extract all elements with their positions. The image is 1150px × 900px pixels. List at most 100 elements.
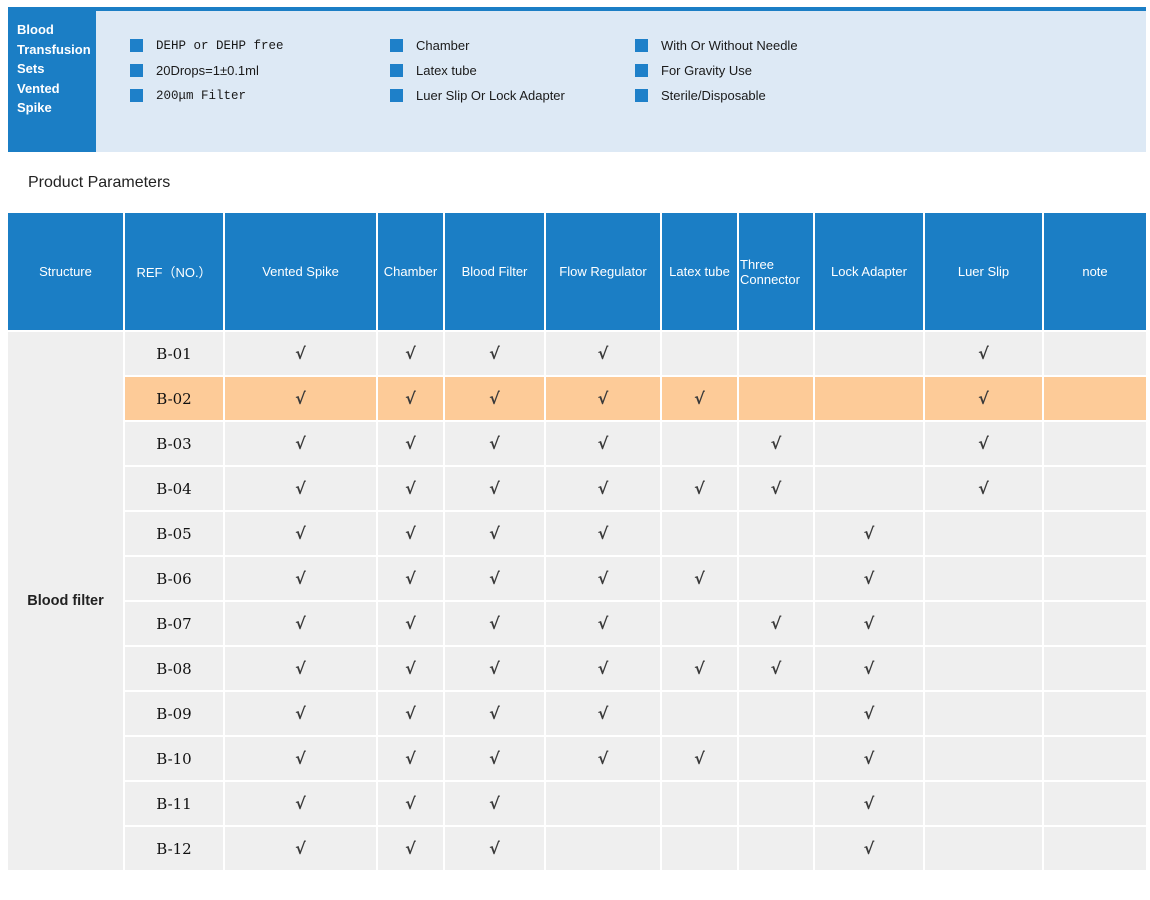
check-cell[interactable]: √	[662, 557, 737, 600]
ref-cell[interactable]: B-03	[125, 422, 223, 465]
empty-cell[interactable]	[546, 782, 660, 825]
ref-cell[interactable]: B-02	[125, 377, 223, 420]
check-cell[interactable]: √	[225, 467, 376, 510]
check-cell[interactable]: √	[925, 467, 1042, 510]
check-cell[interactable]: √	[546, 377, 660, 420]
ref-cell[interactable]: B-09	[125, 692, 223, 735]
empty-cell[interactable]	[739, 737, 813, 780]
check-cell[interactable]: √	[445, 332, 544, 375]
check-cell[interactable]: √	[445, 512, 544, 555]
empty-cell[interactable]	[662, 602, 737, 645]
empty-cell[interactable]	[739, 332, 813, 375]
empty-cell[interactable]	[925, 827, 1042, 870]
check-cell[interactable]: √	[445, 602, 544, 645]
check-cell[interactable]: √	[546, 647, 660, 690]
check-cell[interactable]: √	[739, 467, 813, 510]
empty-cell[interactable]	[815, 422, 923, 465]
check-cell[interactable]: √	[815, 692, 923, 735]
empty-cell[interactable]	[815, 332, 923, 375]
empty-cell[interactable]	[662, 827, 737, 870]
check-cell[interactable]: √	[546, 737, 660, 780]
check-cell[interactable]: √	[445, 377, 544, 420]
empty-cell[interactable]	[1044, 467, 1146, 510]
empty-cell[interactable]	[739, 692, 813, 735]
check-cell[interactable]: √	[445, 422, 544, 465]
empty-cell[interactable]	[815, 377, 923, 420]
check-cell[interactable]: √	[546, 692, 660, 735]
empty-cell[interactable]	[662, 512, 737, 555]
check-cell[interactable]: √	[225, 647, 376, 690]
check-cell[interactable]: √	[815, 512, 923, 555]
empty-cell[interactable]	[1044, 737, 1146, 780]
check-cell[interactable]: √	[815, 602, 923, 645]
check-cell[interactable]: √	[225, 692, 376, 735]
check-cell[interactable]: √	[815, 557, 923, 600]
check-cell[interactable]: √	[445, 467, 544, 510]
check-cell[interactable]: √	[546, 602, 660, 645]
check-cell[interactable]: √	[378, 692, 443, 735]
ref-cell[interactable]: B-07	[125, 602, 223, 645]
check-cell[interactable]: √	[378, 332, 443, 375]
check-cell[interactable]: √	[662, 737, 737, 780]
ref-cell[interactable]: B-04	[125, 467, 223, 510]
check-cell[interactable]: √	[925, 377, 1042, 420]
check-cell[interactable]: √	[445, 557, 544, 600]
check-cell[interactable]: √	[378, 467, 443, 510]
check-cell[interactable]: √	[815, 782, 923, 825]
check-cell[interactable]: √	[546, 467, 660, 510]
empty-cell[interactable]	[1044, 557, 1146, 600]
check-cell[interactable]: √	[378, 602, 443, 645]
check-cell[interactable]: √	[225, 737, 376, 780]
check-cell[interactable]: √	[546, 557, 660, 600]
empty-cell[interactable]	[662, 422, 737, 465]
check-cell[interactable]: √	[739, 422, 813, 465]
ref-cell[interactable]: B-06	[125, 557, 223, 600]
empty-cell[interactable]	[815, 467, 923, 510]
empty-cell[interactable]	[925, 782, 1042, 825]
check-cell[interactable]: √	[225, 782, 376, 825]
check-cell[interactable]: √	[225, 827, 376, 870]
check-cell[interactable]: √	[225, 377, 376, 420]
check-cell[interactable]: √	[378, 827, 443, 870]
empty-cell[interactable]	[662, 332, 737, 375]
check-cell[interactable]: √	[225, 512, 376, 555]
check-cell[interactable]: √	[815, 647, 923, 690]
check-cell[interactable]: √	[662, 377, 737, 420]
empty-cell[interactable]	[739, 377, 813, 420]
empty-cell[interactable]	[925, 737, 1042, 780]
check-cell[interactable]: √	[662, 647, 737, 690]
ref-cell[interactable]: B-10	[125, 737, 223, 780]
empty-cell[interactable]	[1044, 332, 1146, 375]
ref-cell[interactable]: B-12	[125, 827, 223, 870]
check-cell[interactable]: √	[378, 422, 443, 465]
check-cell[interactable]: √	[925, 422, 1042, 465]
check-cell[interactable]: √	[378, 737, 443, 780]
empty-cell[interactable]	[925, 557, 1042, 600]
check-cell[interactable]: √	[378, 557, 443, 600]
empty-cell[interactable]	[739, 512, 813, 555]
check-cell[interactable]: √	[815, 737, 923, 780]
empty-cell[interactable]	[1044, 512, 1146, 555]
check-cell[interactable]: √	[378, 512, 443, 555]
check-cell[interactable]: √	[445, 737, 544, 780]
empty-cell[interactable]	[925, 647, 1042, 690]
check-cell[interactable]: √	[662, 467, 737, 510]
check-cell[interactable]: √	[739, 602, 813, 645]
empty-cell[interactable]	[739, 782, 813, 825]
check-cell[interactable]: √	[445, 647, 544, 690]
empty-cell[interactable]	[1044, 647, 1146, 690]
ref-cell[interactable]: B-01	[125, 332, 223, 375]
check-cell[interactable]: √	[225, 332, 376, 375]
empty-cell[interactable]	[739, 827, 813, 870]
empty-cell[interactable]	[1044, 827, 1146, 870]
check-cell[interactable]: √	[445, 692, 544, 735]
ref-cell[interactable]: B-11	[125, 782, 223, 825]
check-cell[interactable]: √	[378, 647, 443, 690]
check-cell[interactable]: √	[815, 827, 923, 870]
check-cell[interactable]: √	[739, 647, 813, 690]
check-cell[interactable]: √	[445, 782, 544, 825]
empty-cell[interactable]	[662, 692, 737, 735]
check-cell[interactable]: √	[925, 332, 1042, 375]
check-cell[interactable]: √	[378, 782, 443, 825]
empty-cell[interactable]	[1044, 692, 1146, 735]
